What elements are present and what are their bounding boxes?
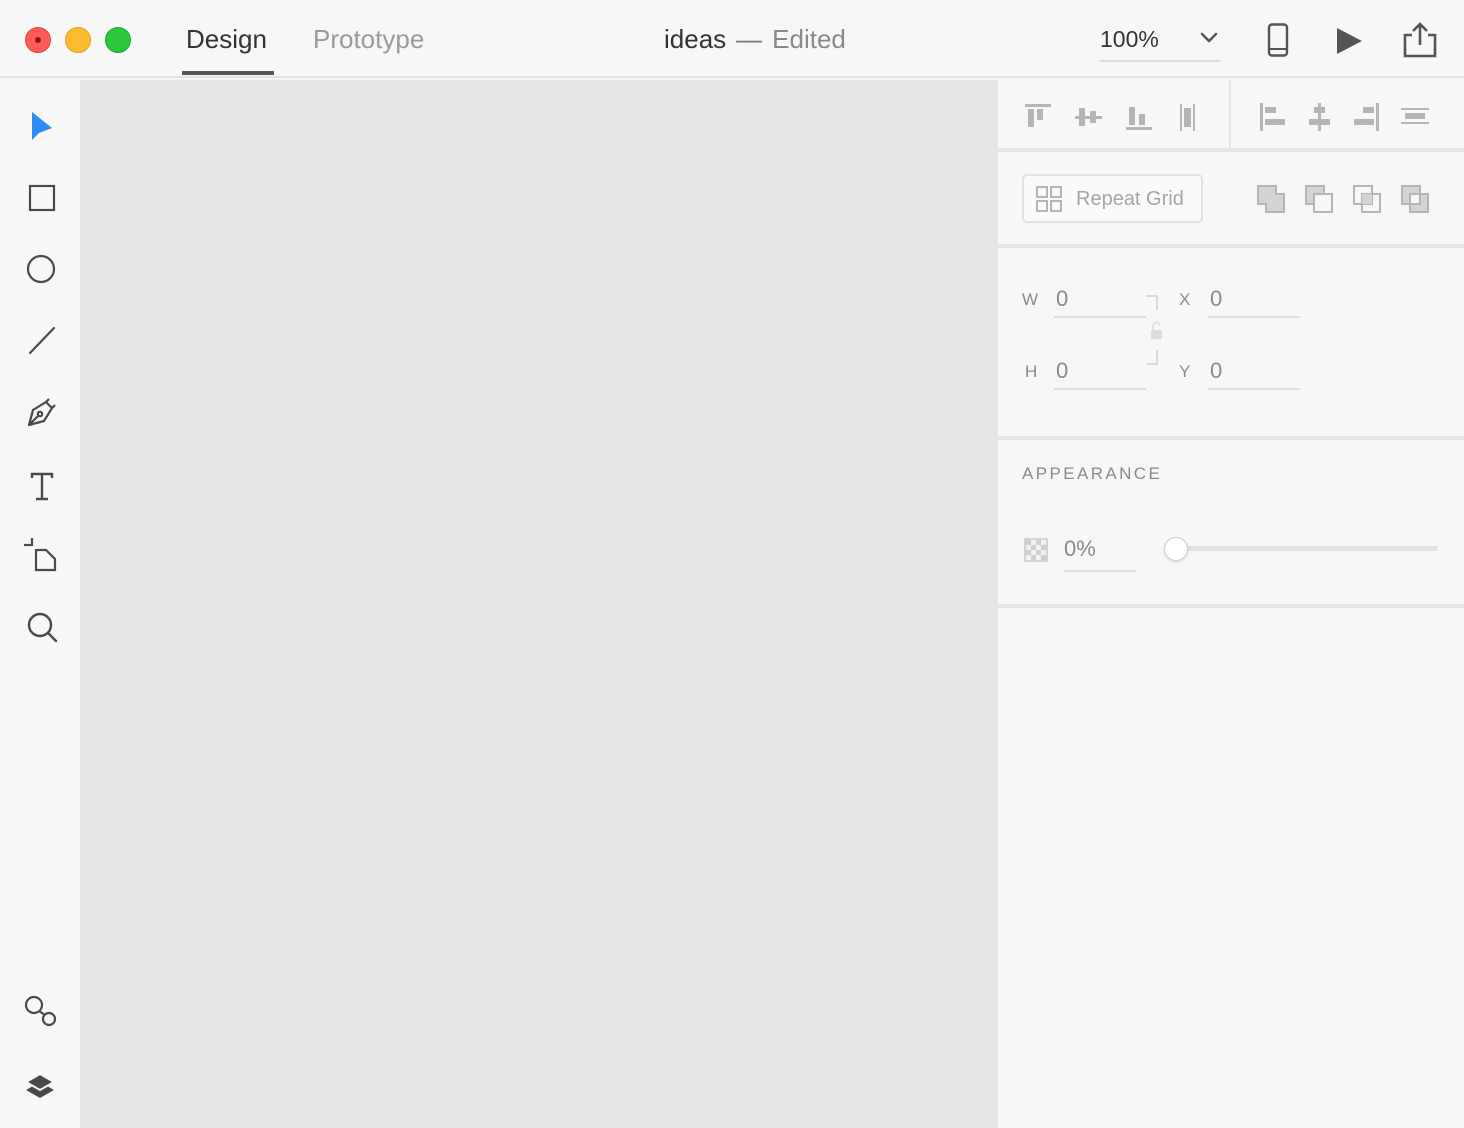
active-tab-indicator (182, 71, 274, 75)
rectangle-tool[interactable] (20, 176, 64, 220)
height-label: H (1025, 362, 1038, 381)
document-name: ideas (664, 24, 727, 54)
magnifier-icon (27, 612, 58, 643)
dimensions-section: W 0 H 0 X 0 Y 0 (998, 248, 1464, 440)
align-center-icon[interactable] (1305, 102, 1335, 132)
select-tool[interactable] (20, 104, 64, 148)
share-icon[interactable] (1402, 21, 1438, 59)
opacity-slider[interactable] (1164, 537, 1438, 561)
align-middle-icon[interactable] (1074, 102, 1104, 132)
x-field[interactable]: 0 (1208, 282, 1300, 318)
align-left-icon[interactable] (1258, 102, 1288, 132)
close-window-button[interactable] (25, 27, 51, 53)
document-title: ideas — Edited (664, 22, 846, 56)
ellipse-icon (26, 254, 56, 284)
opacity-value: 0% (1064, 536, 1096, 561)
opacity-field[interactable]: 0% (1064, 532, 1136, 572)
play-icon[interactable] (1334, 26, 1364, 56)
distribute-vertical-icon[interactable] (1400, 102, 1430, 132)
zoom-window-button[interactable] (105, 27, 131, 53)
align-top-icon[interactable] (1024, 102, 1054, 132)
zoom-value: 100% (1100, 26, 1159, 52)
width-field[interactable]: 0 (1054, 282, 1146, 318)
align-right-icon[interactable] (1352, 102, 1382, 132)
symbols-icon[interactable] (20, 990, 64, 1034)
rectangle-icon (28, 184, 56, 212)
appearance-title: APPEARANCE (1022, 464, 1163, 483)
align-bottom-icon[interactable] (1124, 102, 1154, 132)
line-icon (28, 326, 56, 355)
artboard-icon (24, 538, 57, 572)
x-value: 0 (1210, 286, 1223, 311)
line-tool[interactable] (20, 319, 64, 363)
y-field[interactable]: 0 (1208, 354, 1300, 390)
y-label: Y (1179, 362, 1191, 381)
tab-prototype[interactable]: Prototype (313, 22, 424, 56)
artboard-tool[interactable] (20, 534, 64, 578)
height-value: 0 (1056, 358, 1069, 383)
align-divider (1229, 80, 1231, 148)
tab-design[interactable]: Design (186, 22, 267, 56)
align-section (998, 80, 1464, 152)
property-inspector: Repeat Grid W 0 H 0 X 0 Y 0 APPEARANCE 0… (998, 80, 1464, 1128)
appearance-section: APPEARANCE 0% (998, 440, 1464, 608)
layers-icon[interactable] (20, 1062, 64, 1106)
ellipse-tool[interactable] (20, 247, 64, 291)
design-canvas[interactable] (80, 80, 998, 1128)
pen-icon (27, 398, 56, 427)
opacity-checker-icon (1024, 538, 1048, 562)
opacity-slider-thumb[interactable] (1164, 537, 1188, 561)
zoom-dropdown[interactable]: 100% (1100, 22, 1220, 62)
chevron-down-icon (1200, 32, 1218, 43)
title-bar: Design Prototype ideas — Edited 100% (0, 0, 1464, 78)
x-label: X (1179, 290, 1191, 309)
width-value: 0 (1056, 286, 1069, 311)
text-tool[interactable] (20, 464, 64, 508)
add-icon[interactable] (1256, 184, 1288, 216)
exclude-icon[interactable] (1400, 184, 1432, 216)
repeat-grid-label: Repeat Grid (1076, 188, 1184, 210)
arrow-pointer-icon (32, 112, 52, 140)
repeat-grid-icon (1036, 186, 1062, 212)
width-label: W (1022, 290, 1039, 309)
repeat-grid-section: Repeat Grid (998, 152, 1464, 248)
y-value: 0 (1210, 358, 1223, 383)
device-preview-icon[interactable] (1266, 23, 1290, 57)
subtract-icon[interactable] (1304, 184, 1336, 216)
repeat-grid-button[interactable]: Repeat Grid (1022, 174, 1203, 223)
text-icon (30, 472, 54, 501)
pen-tool[interactable] (20, 390, 64, 434)
document-status: Edited (772, 24, 846, 54)
distribute-horizontal-icon[interactable] (1174, 102, 1204, 132)
document-title-separator: — (736, 24, 763, 54)
minimize-window-button[interactable] (65, 27, 91, 53)
intersect-icon[interactable] (1352, 184, 1384, 216)
height-field[interactable]: 0 (1054, 354, 1146, 390)
tool-bar (0, 80, 80, 1128)
aspect-lock-icon[interactable] (1144, 292, 1162, 372)
zoom-tool[interactable] (20, 605, 64, 649)
